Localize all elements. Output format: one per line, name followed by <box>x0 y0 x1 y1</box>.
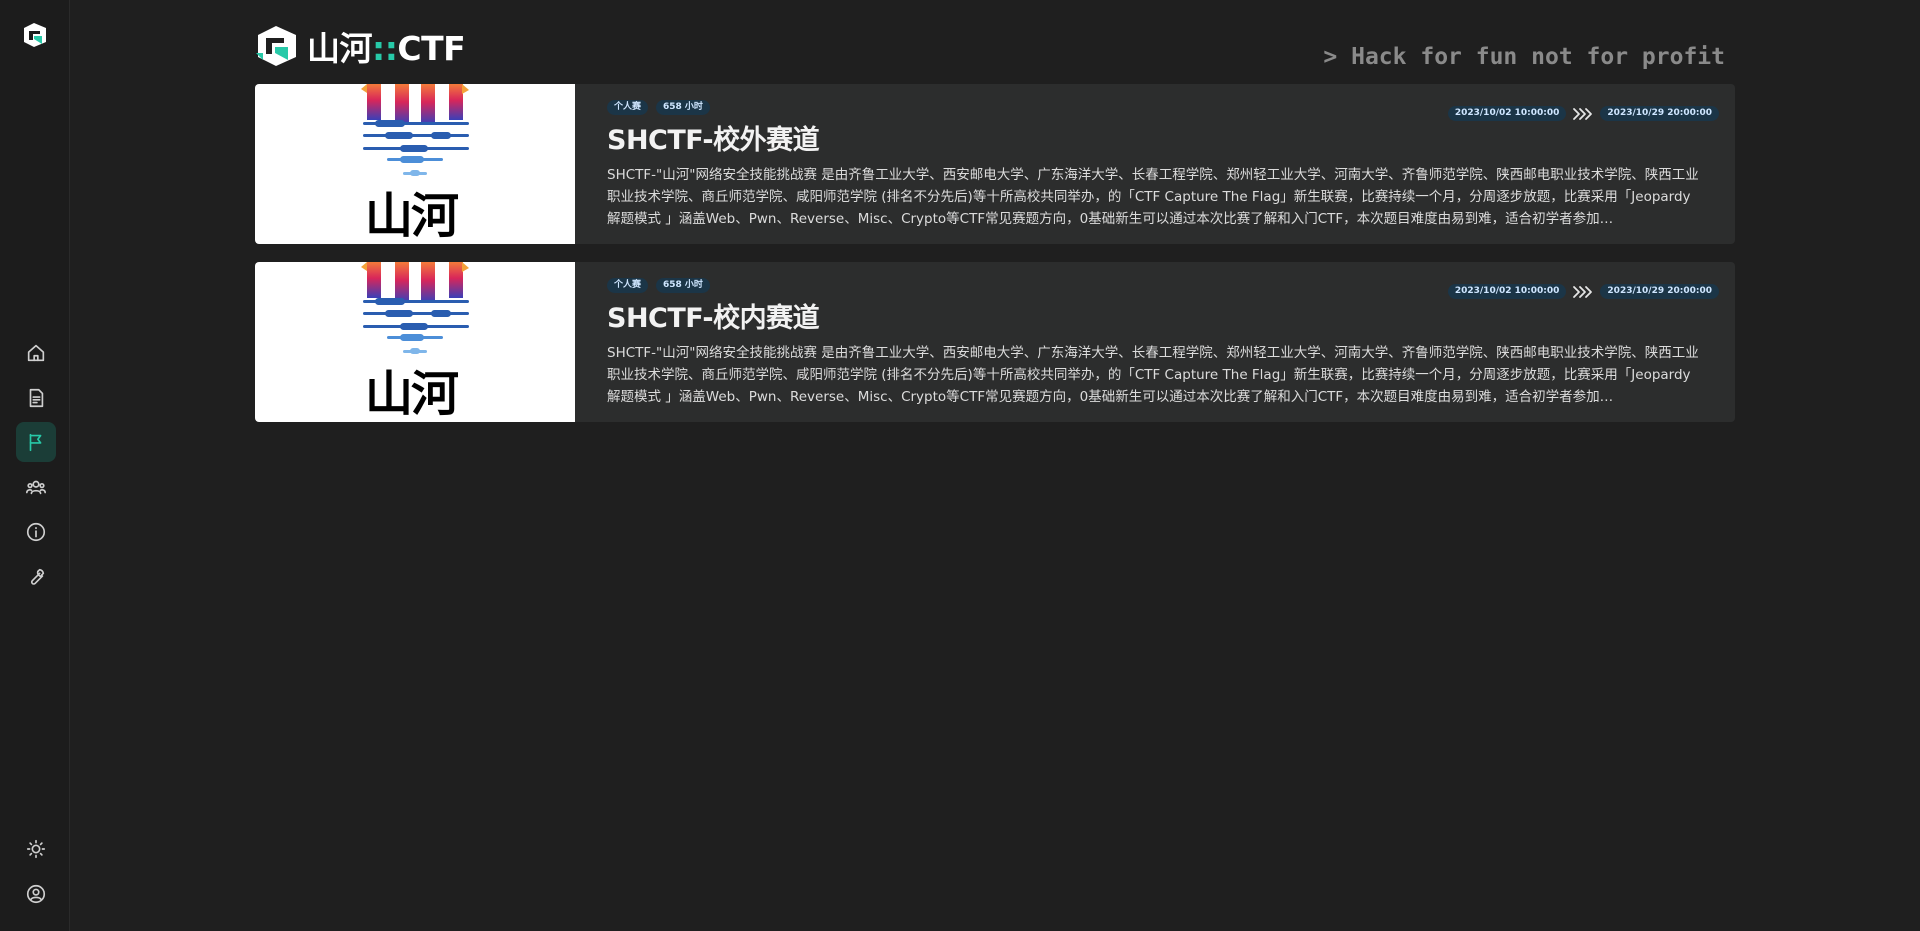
slogan: > Hack for fun not for profit <box>1323 44 1725 70</box>
sidebar-item-about[interactable] <box>16 512 56 552</box>
user-profile-icon <box>26 884 46 904</box>
game-poster: 山河 <box>255 84 575 244</box>
game-card-body: 个人赛 658 小时 SHCTF-校外赛道 2023/10/02 10:00:0… <box>607 84 1719 244</box>
flag-icon <box>29 433 42 452</box>
game-tags: 个人赛 658 小时 <box>607 278 710 293</box>
sidebar-item-teams[interactable] <box>16 467 56 507</box>
theme-toggle-icon <box>26 839 46 859</box>
header: 山河::CTF > Hack for fun not for profit <box>255 20 1735 80</box>
date-range-arrows-icon <box>1573 107 1593 120</box>
brand[interactable]: 山河::CTF <box>255 22 466 70</box>
game-summary: SHCTF-"山河"网络安全技能挑战赛 是由齐鲁工业大学、西安邮电大学、广东海洋… <box>607 167 1699 227</box>
game-summary: SHCTF-"山河"网络安全技能挑战赛 是由齐鲁工业大学、西安邮电大学、广东海洋… <box>607 345 1699 405</box>
duration-tag: 658 小时 <box>656 278 710 293</box>
poster-title: 山河 <box>365 188 459 244</box>
game-tags: 个人赛 658 小时 <box>607 100 710 115</box>
home-icon <box>27 344 45 362</box>
game-card[interactable]: 山河 个人赛 658 小时 SHCTF-校内赛道 2023/10/02 10:0… <box>255 262 1735 422</box>
sidebar-item-games[interactable] <box>16 422 56 462</box>
logo-icon[interactable] <box>20 20 50 50</box>
brand-logo-icon <box>256 26 296 66</box>
theme-toggle-button[interactable] <box>16 829 56 869</box>
sidebar-item-posts[interactable] <box>16 378 56 418</box>
sidebar <box>0 0 70 931</box>
date-range-arrows-icon <box>1573 285 1593 298</box>
game-poster: 山河 <box>255 262 575 422</box>
end-date-badge: 2023/10/29 20:00:00 <box>1600 284 1719 299</box>
mode-tag: 个人赛 <box>607 278 649 293</box>
game-card[interactable]: 山河 个人赛 658 小时 SHCTF-校外赛道 2023/10/02 10:0… <box>255 84 1735 244</box>
document-icon <box>29 388 44 408</box>
start-date-badge: 2023/10/02 10:00:00 <box>1447 106 1567 121</box>
game-title[interactable]: SHCTF-校外赛道 <box>607 118 820 157</box>
duration-tag: 658 小时 <box>656 100 710 115</box>
game-title[interactable]: SHCTF-校内赛道 <box>607 296 820 335</box>
wrench-icon <box>31 568 45 585</box>
mode-tag: 个人赛 <box>607 100 649 115</box>
sidebar-item-admin[interactable] <box>16 557 56 597</box>
sidebar-item-home[interactable] <box>16 333 56 373</box>
info-icon <box>26 522 46 542</box>
game-date-range: 2023/10/02 10:00:00 2023/10/29 20:00:00 <box>1447 284 1719 299</box>
poster-title: 山河 <box>365 366 459 422</box>
game-card-body: 个人赛 658 小时 SHCTF-校内赛道 2023/10/02 10:00:0… <box>607 262 1719 422</box>
end-date-badge: 2023/10/29 20:00:00 <box>1600 106 1719 121</box>
brand-name: 山河::CTF <box>307 29 466 68</box>
team-icon <box>26 480 46 495</box>
user-profile-button[interactable] <box>16 874 56 914</box>
game-date-range: 2023/10/02 10:00:00 2023/10/29 20:00:00 <box>1447 106 1719 121</box>
start-date-badge: 2023/10/02 10:00:00 <box>1447 284 1567 299</box>
